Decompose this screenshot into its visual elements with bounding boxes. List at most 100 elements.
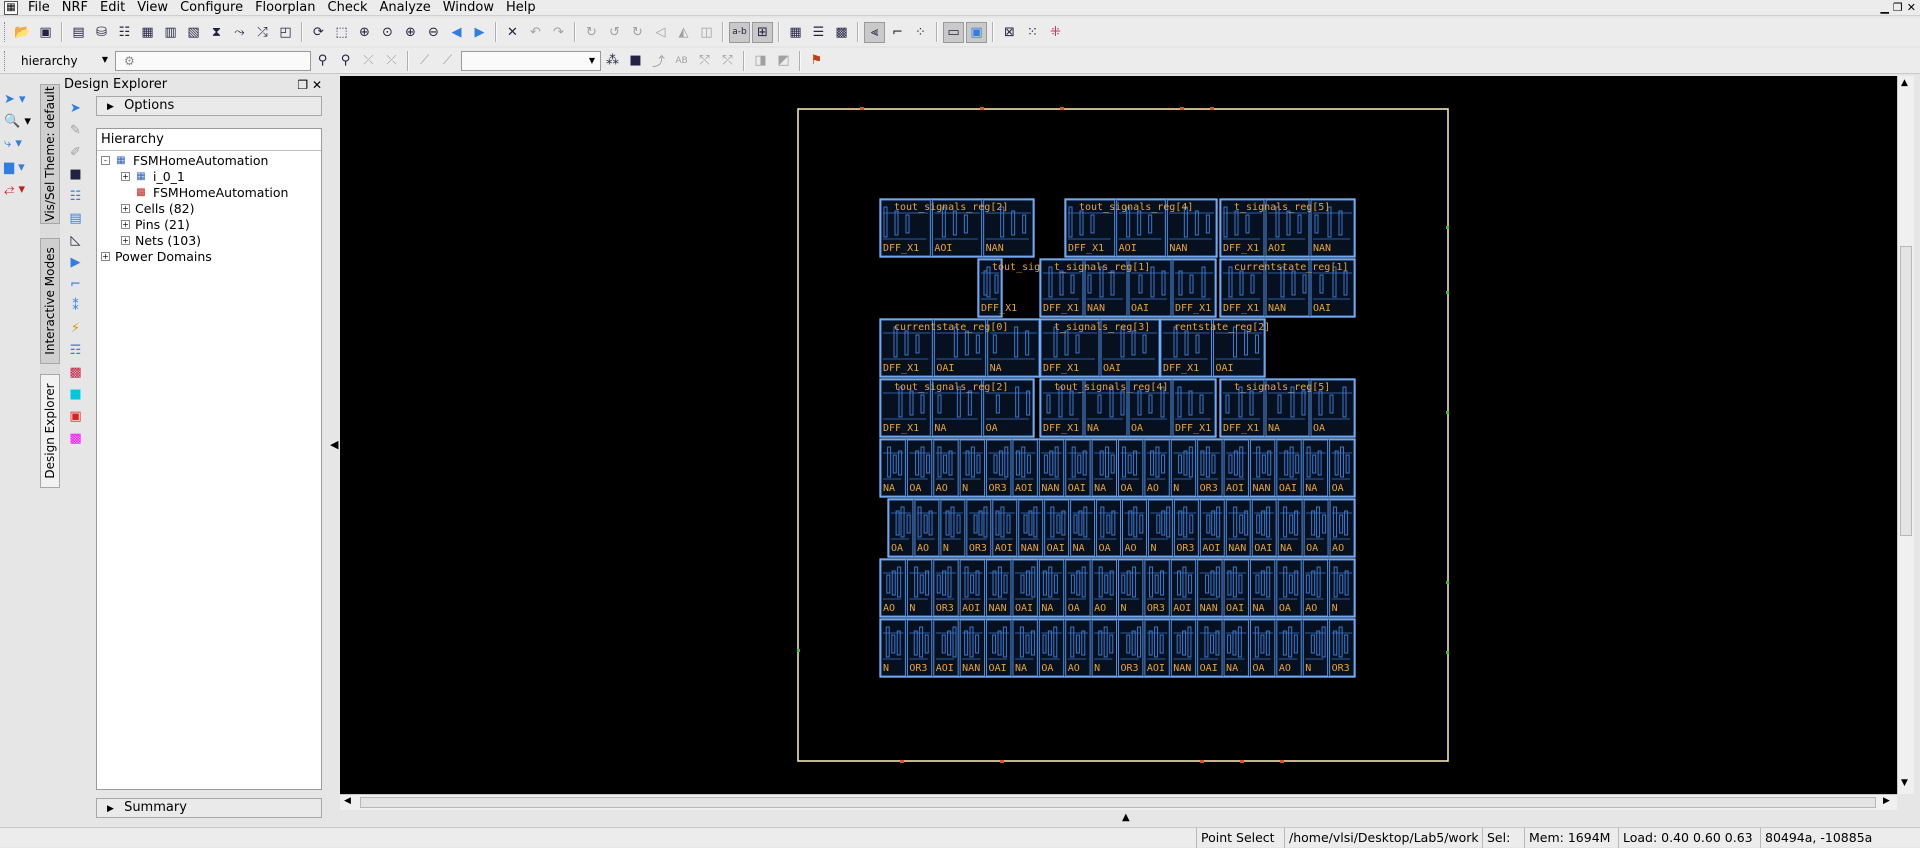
- delete-icon[interactable]: ✕: [502, 22, 523, 43]
- tree-node-cells[interactable]: + Cells (82): [121, 201, 195, 216]
- float-icon[interactable]: ❐: [297, 78, 308, 92]
- scroll-thumb[interactable]: [360, 797, 1876, 808]
- scroll-down-icon[interactable]: ▼: [1901, 778, 1908, 788]
- list-icon[interactable]: ☰: [808, 22, 829, 43]
- zoom-fit-icon[interactable]: ⊕: [354, 22, 375, 43]
- tree-node-power-domains[interactable]: + Power Domains: [101, 249, 212, 264]
- layout-icon[interactable]: ▦: [137, 22, 158, 43]
- zoom-out-icon[interactable]: ⊖: [423, 22, 444, 43]
- tree-node-design[interactable]: - ▦ FSMHomeAutomation: [101, 153, 268, 168]
- report-icon[interactable]: ▧: [183, 22, 204, 43]
- layer-select[interactable]: ▼: [461, 50, 601, 71]
- tab-interactive-modes[interactable]: Interactive Modes: [40, 238, 60, 364]
- zoom-area-icon[interactable]: ⊙: [377, 22, 398, 43]
- menu-view[interactable]: View: [131, 0, 174, 16]
- tree-node-instance[interactable]: + ▦ i_0_1: [121, 169, 185, 184]
- menu-configure[interactable]: Configure: [174, 0, 249, 16]
- highlight-icon[interactable]: ⁂: [602, 50, 623, 71]
- save-icon[interactable]: ▣: [35, 22, 56, 43]
- flag-icon[interactable]: ⚑: [806, 50, 827, 71]
- collapse-icon[interactable]: -: [101, 156, 110, 165]
- menu-file[interactable]: File: [22, 0, 56, 16]
- flip-icon[interactable]: ◁: [650, 22, 671, 43]
- expand-icon[interactable]: +: [121, 204, 130, 213]
- wire-icon[interactable]: ⌐: [887, 22, 908, 43]
- rotate-cw-icon[interactable]: ↻: [627, 22, 648, 43]
- netlist-icon[interactable]: ☷: [114, 22, 135, 43]
- layout-view[interactable]: DFF_X1 AOI NANtout_signals_reg[2]DFF_X1 AOI…: [340, 76, 1897, 794]
- menu-nrf[interactable]: NRF: [56, 0, 94, 16]
- expand-console-icon[interactable]: ▲: [1122, 812, 1130, 823]
- timing-icon[interactable]: ⧗: [206, 22, 227, 43]
- tab-vis-sel-theme[interactable]: Vis/Sel Theme: default: [40, 84, 60, 224]
- select-box-icon[interactable]: ⬚: [331, 22, 352, 43]
- tab-design-explorer[interactable]: Design Explorer: [40, 374, 60, 488]
- grid-icon[interactable]: ▩: [831, 22, 852, 43]
- horizontal-scrollbar[interactable]: ◀ ▶: [340, 794, 1897, 810]
- toolbar-grip[interactable]: [4, 22, 8, 42]
- mirror-icon[interactable]: ◭: [673, 22, 694, 43]
- hierarchy-select[interactable]: hierarchy ▼: [13, 51, 113, 71]
- stack-icon[interactable]: ◩: [773, 50, 794, 71]
- summary-section[interactable]: ▶ Summary: [96, 798, 322, 818]
- route-mode-icon[interactable]: ⥄ ▾: [4, 180, 34, 198]
- panel-splitter[interactable]: ◀: [328, 76, 340, 818]
- vertical-scrollbar[interactable]: ▲ ▼: [1897, 76, 1914, 794]
- database-icon[interactable]: ⛁: [91, 22, 112, 43]
- cross-select-icon[interactable]: ⤫: [381, 50, 402, 71]
- schematic-icon[interactable]: ▥: [160, 22, 181, 43]
- edit-pin-icon[interactable]: ⤴: [648, 50, 669, 71]
- expand-icon[interactable]: +: [121, 236, 130, 245]
- app-icon[interactable]: ▦: [4, 0, 18, 15]
- back-icon[interactable]: ◀: [446, 22, 467, 43]
- split-icon[interactable]: ⤲: [694, 50, 715, 71]
- ruler-icon[interactable]: ⟋: [414, 50, 435, 71]
- copy-icon[interactable]: ◨: [750, 50, 771, 71]
- zoom-mode-icon[interactable]: 🔍 ▾: [4, 112, 34, 130]
- scroll-left-icon[interactable]: ◀: [344, 796, 351, 806]
- stop-icon[interactable]: ■: [625, 50, 646, 71]
- tree-node-schematic[interactable]: ▩ FSMHomeAutomation: [135, 185, 288, 200]
- open-icon[interactable]: 📂: [12, 22, 33, 43]
- select-mode-icon[interactable]: ➤ ▾: [4, 90, 34, 108]
- table-icon[interactable]: ▦: [785, 22, 806, 43]
- refresh-icon[interactable]: ⟳: [308, 22, 329, 43]
- view-icon[interactable]: ▣: [966, 21, 987, 43]
- expand-icon[interactable]: +: [121, 220, 130, 229]
- minimize-icon[interactable]: ▁: [1880, 0, 1888, 16]
- layer-icon[interactable]: ▭: [943, 21, 964, 43]
- collapse-left-icon[interactable]: ◀: [330, 438, 338, 451]
- align-icon[interactable]: ◫: [696, 22, 717, 43]
- expand-icon[interactable]: +: [121, 172, 130, 181]
- ab-label-icon[interactable]: a-b: [729, 21, 750, 43]
- find-all-icon[interactable]: ⚲: [335, 50, 356, 71]
- scroll-thumb[interactable]: [1900, 246, 1912, 536]
- menu-edit[interactable]: Edit: [94, 0, 131, 16]
- probe-icon[interactable]: ⊠: [999, 22, 1020, 43]
- expand-icon[interactable]: +: [101, 252, 110, 261]
- undo-icon[interactable]: ↶: [525, 22, 546, 43]
- pin-icon[interactable]: ⁘: [910, 22, 931, 43]
- new-window-icon[interactable]: ◰: [275, 22, 296, 43]
- options-section[interactable]: ▶ Options: [96, 96, 322, 116]
- restore-icon[interactable]: ❐: [1893, 0, 1903, 16]
- connect-icon[interactable]: ⤮: [252, 22, 273, 43]
- ab-route-icon[interactable]: AB: [671, 50, 692, 71]
- pattern-icon[interactable]: ⁙: [1022, 22, 1043, 43]
- scroll-right-icon[interactable]: ▶: [1883, 796, 1890, 806]
- close-icon[interactable]: ✕: [1907, 0, 1916, 16]
- merge-icon[interactable]: ⤱: [717, 50, 738, 71]
- zoom-in-icon[interactable]: ⊕: [400, 22, 421, 43]
- measure-icon[interactable]: ⟋: [437, 50, 458, 71]
- layout-canvas[interactable]: DFF_X1 AOI NAN tout_signals_reg[2] DFF_X1 AOI…: [340, 76, 1897, 794]
- menu-analyze[interactable]: Analyze: [374, 0, 437, 16]
- menu-help[interactable]: Help: [500, 0, 542, 16]
- move-mode-icon[interactable]: ⤷ ▾: [4, 134, 34, 152]
- binoculars-icon[interactable]: ⚲: [312, 50, 333, 71]
- toolbar-grip[interactable]: [4, 50, 8, 71]
- tree-node-pins[interactable]: + Pins (21): [121, 217, 190, 232]
- scroll-up-icon[interactable]: ▲: [1901, 78, 1908, 88]
- redo-icon[interactable]: ↷: [548, 22, 569, 43]
- close-icon[interactable]: ✕: [312, 78, 322, 92]
- color-grid-icon[interactable]: ⁜: [1045, 22, 1066, 43]
